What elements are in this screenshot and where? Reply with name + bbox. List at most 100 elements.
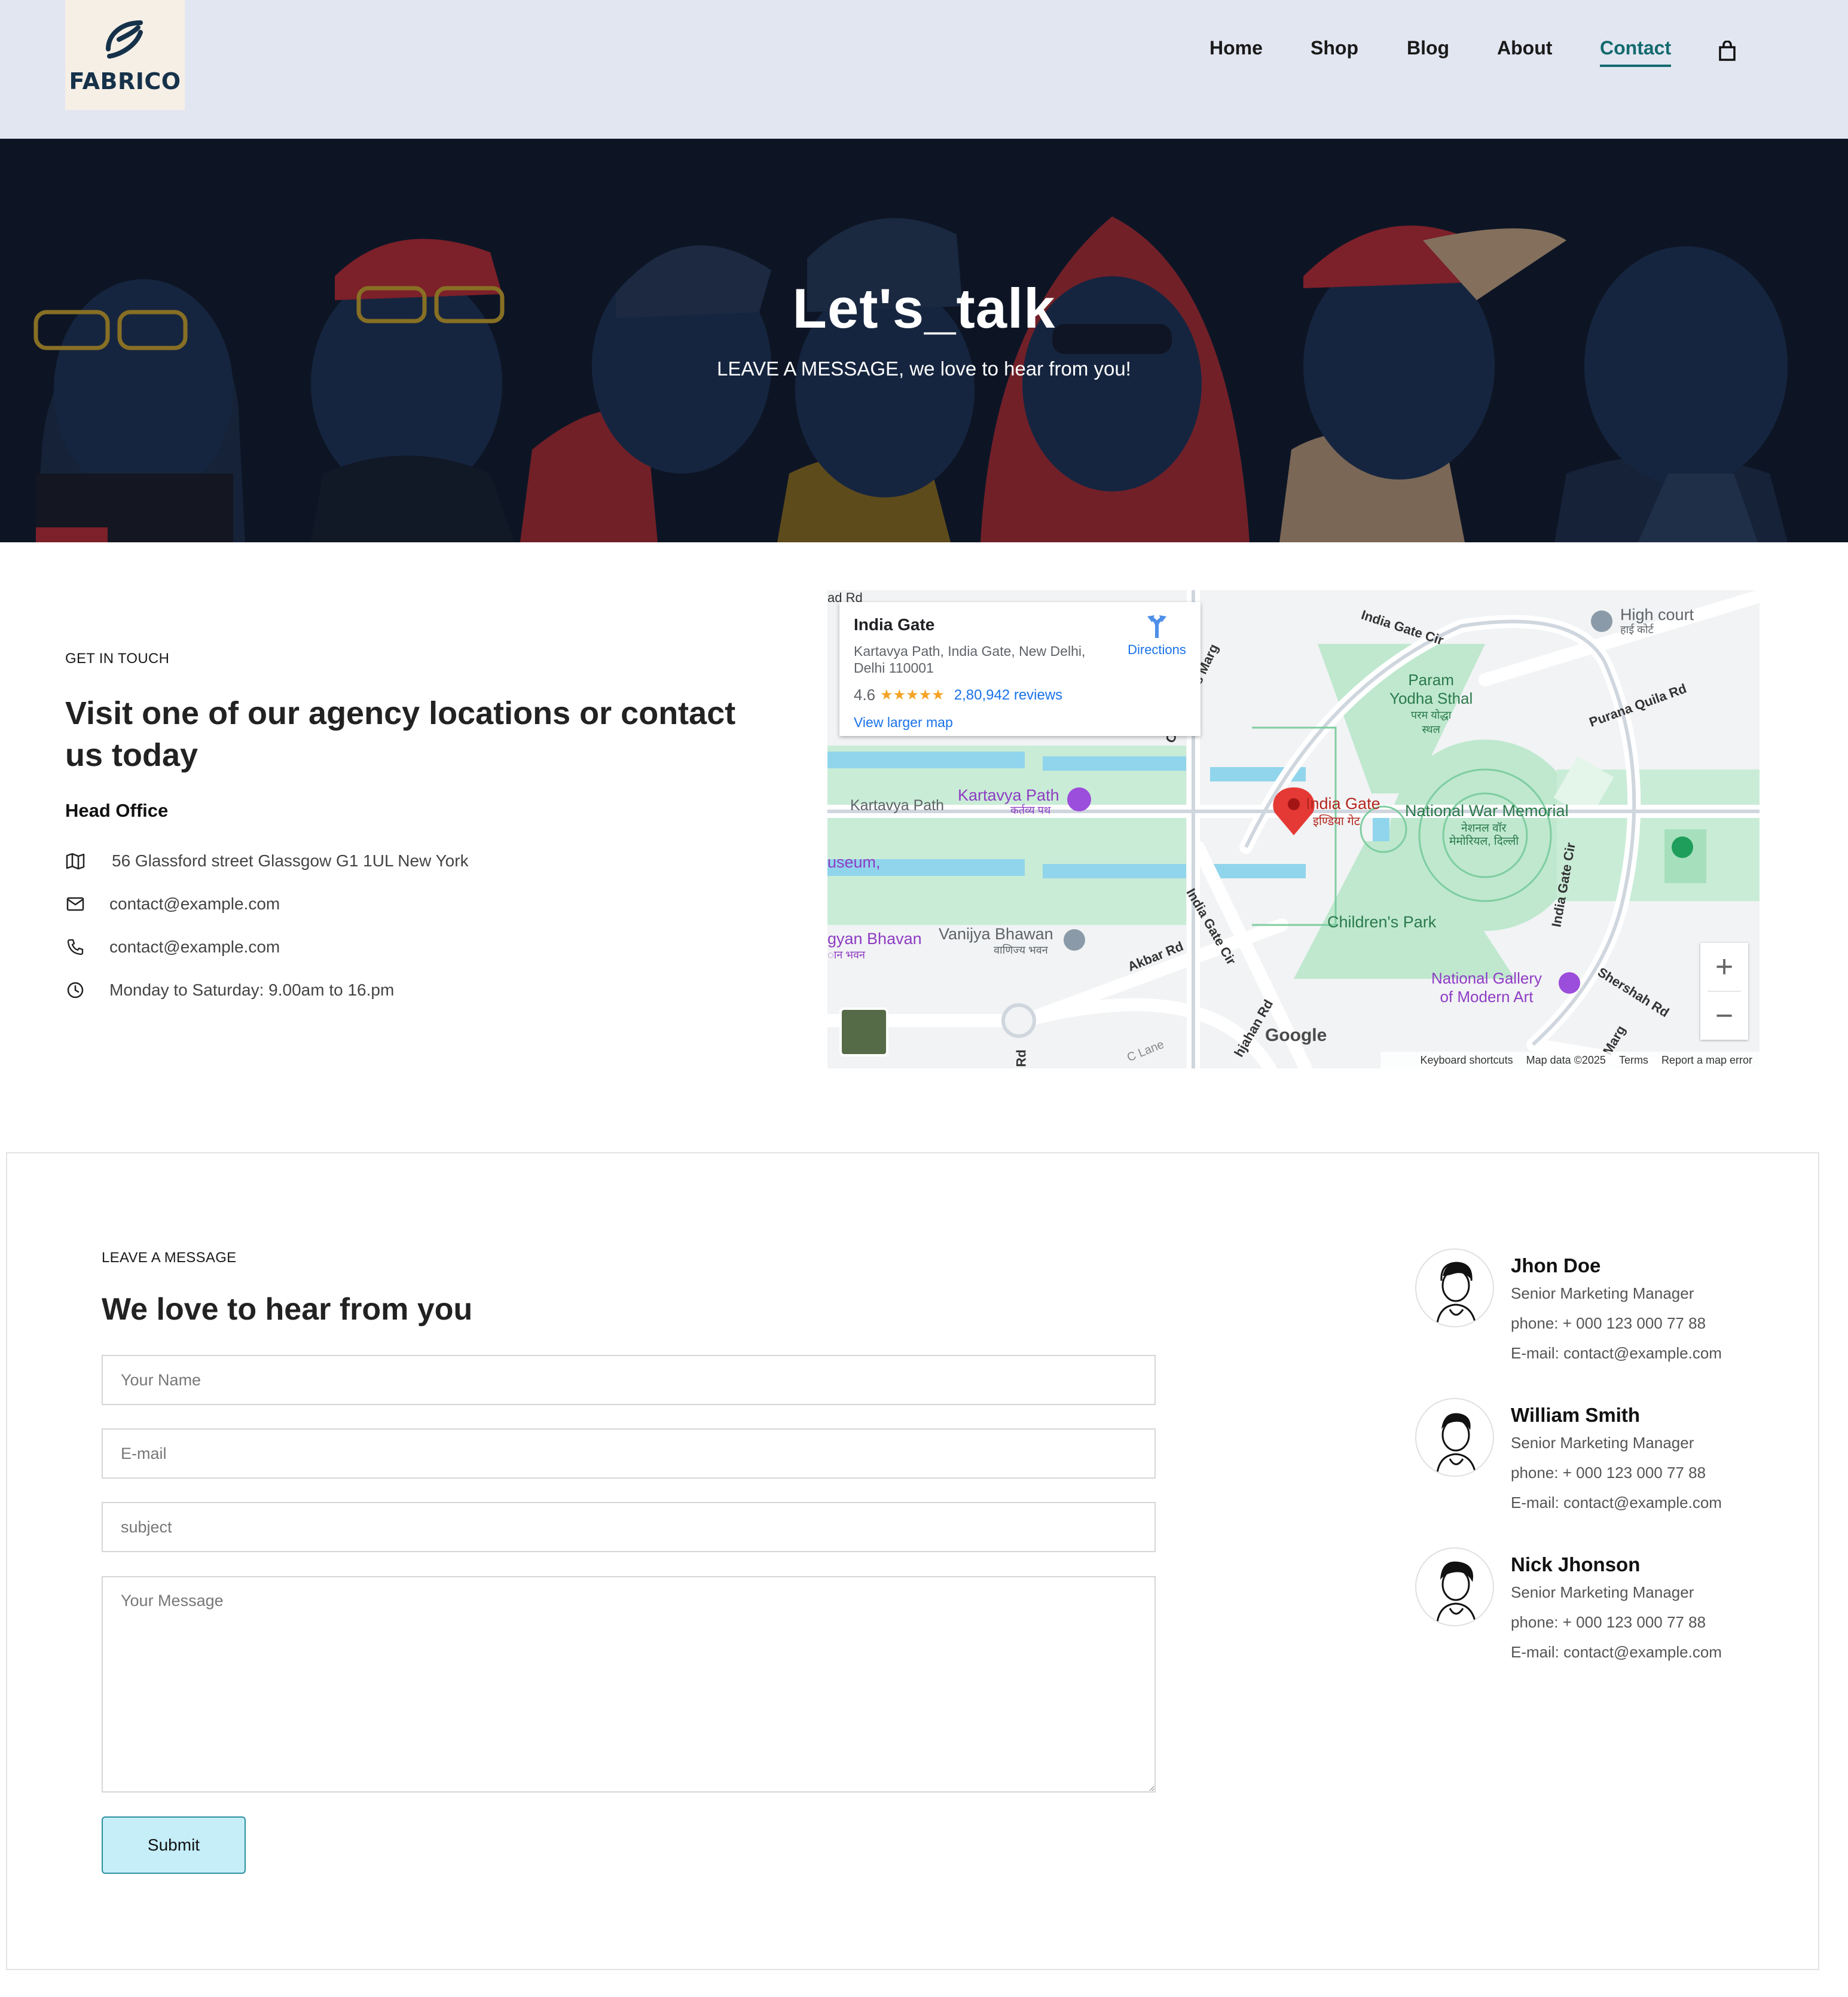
zoom-in-button[interactable]: + [1700, 943, 1748, 991]
google-map[interactable]: India Gate इण्डिया गेट Param Yodha Sthal… [827, 590, 1760, 1068]
contact-heading-line2: us today [65, 737, 198, 773]
get-in-touch-eyebrow: GET IN TOUCH [65, 651, 170, 667]
map-label-gallery-1: National Gallery [1431, 969, 1542, 987]
google-logo: Google [1265, 1025, 1327, 1045]
hero-banner: Let's_talk LEAVE A MESSAGE, we love to h… [0, 139, 1848, 542]
map-label-param-2: Yodha Sthal [1389, 689, 1473, 707]
map-label-national-war-memorial: National War Memorial [1405, 802, 1569, 820]
place-address: Kartavya Path, India Gate, New Delhi, De… [854, 643, 1085, 676]
member-name: Jhon Doe [1511, 1254, 1601, 1277]
address-text: 56 Glassford street Glassgow G1 1UL New … [112, 851, 469, 870]
view-larger-map-link[interactable]: View larger map [854, 714, 953, 731]
zoom-controls: + − [1700, 943, 1748, 1040]
terms-link[interactable]: Terms [1619, 1054, 1648, 1067]
map-label-rd: Rd [1013, 1049, 1029, 1067]
avatar [1415, 1248, 1494, 1327]
map-icon [65, 851, 85, 871]
zoom-out-button[interactable]: − [1700, 992, 1748, 1040]
contact-heading: Visit one of our agency locations or con… [65, 692, 783, 776]
map-label-gyan-bhavan: gyan Bhavan [827, 930, 922, 948]
member-phone: phone: + 000 123 000 77 88 [1511, 1464, 1706, 1482]
submit-button[interactable]: Submit [102, 1816, 246, 1874]
map-label-kartavya-road: Kartavya Path [850, 797, 945, 814]
map-label-high-court: High court [1620, 606, 1694, 624]
place-info-card: India Gate Kartavya Path, India Gate, Ne… [839, 602, 1201, 736]
avatar [1415, 1398, 1494, 1477]
map-label-museum: useum, [827, 853, 881, 871]
place-rating: 4.6 [854, 686, 876, 704]
phone-icon [65, 937, 85, 957]
brand-logo[interactable]: FABRICO [65, 0, 185, 110]
message-textarea[interactable] [102, 1576, 1156, 1793]
nav-blog[interactable]: Blog [1407, 37, 1449, 67]
envelope-icon [65, 894, 85, 914]
shopping-bag-icon[interactable] [1717, 40, 1737, 62]
map-label-india-gate: India Gate [1306, 795, 1380, 813]
team-member-card: Jhon Doe Senior Marketing Manager phone:… [1415, 1248, 1774, 1380]
nav-contact[interactable]: Contact [1600, 37, 1672, 67]
directions-button[interactable]: Directions [1124, 613, 1190, 658]
map-label-gyan-hi: ान भवन [827, 949, 865, 961]
map-label-national-war-hi2: मेमोरियल, दिल्ली [1449, 835, 1519, 848]
leave-message-eyebrow: LEAVE A MESSAGE [102, 1250, 237, 1266]
person-avatar-icon [1435, 1413, 1477, 1476]
place-name: India Gate [854, 615, 935, 634]
report-error-link[interactable]: Report a map error [1661, 1054, 1752, 1067]
map-label-kartavya-path: Kartavya Path [958, 786, 1059, 804]
rating-stars-icon: ★★★★★ [880, 687, 945, 703]
hours-row: Monday to Saturday: 9.00am to 16.pm [65, 978, 394, 1002]
map-label-param-1: Param [1408, 671, 1454, 689]
contact-heading-line1: Visit one of our agency locations or con… [65, 695, 736, 731]
map-label-gallery-2: of Modern Art [1440, 988, 1534, 1006]
member-email: E-mail: contact@example.com [1511, 1643, 1722, 1661]
subject-input[interactable] [102, 1502, 1156, 1552]
directions-label: Directions [1128, 642, 1186, 657]
person-avatar-icon [1435, 1561, 1477, 1625]
nav-contact-label: Contact [1600, 37, 1672, 59]
phone-text[interactable]: contact@example.com [109, 938, 280, 957]
hero-title: Let's_talk [792, 277, 1056, 340]
phone-row: contact@example.com [65, 935, 280, 959]
avatar [1415, 1547, 1494, 1626]
map-label-high-court-hi: हाई कोर्ट [1620, 624, 1654, 636]
name-input[interactable] [102, 1355, 1156, 1405]
member-email: E-mail: contact@example.com [1511, 1494, 1722, 1512]
map-label-kartavya-path-hi: कर्तव्य पथ [1010, 804, 1051, 816]
form-heading: We love to hear from you [102, 1292, 473, 1327]
place-address-line2: Delhi 110001 [854, 660, 934, 676]
email-row: contact@example.com [65, 892, 280, 916]
active-underline [1600, 65, 1672, 67]
keyboard-shortcuts-link[interactable]: Keyboard shortcuts [1420, 1054, 1513, 1067]
nav-shop[interactable]: Shop [1311, 37, 1358, 67]
map-label-param-hi: परम योद्धा [1410, 709, 1452, 721]
member-name: Nick Jhonson [1511, 1553, 1641, 1575]
hero-subtitle: LEAVE A MESSAGE, we love to hear from yo… [717, 358, 1131, 380]
person-avatar-icon [1435, 1262, 1477, 1326]
member-email: E-mail: contact@example.com [1511, 1344, 1722, 1362]
member-phone: phone: + 000 123 000 77 88 [1511, 1613, 1706, 1631]
place-reviews-link[interactable]: 2,80,942 reviews [954, 687, 1062, 704]
member-name: William Smith [1511, 1404, 1641, 1426]
member-phone: phone: + 000 123 000 77 88 [1511, 1314, 1706, 1332]
email-text[interactable]: contact@example.com [109, 894, 280, 914]
map-label-vanijya: Vanijya Bhawan [939, 925, 1053, 943]
member-role: Senior Marketing Manager [1511, 1583, 1694, 1601]
address-row: 56 Glassford street Glassgow G1 1UL New … [65, 849, 469, 873]
map-label-childrens-park: Children's Park [1327, 913, 1437, 931]
brand-name: FABRICO [69, 68, 181, 94]
map-label-param-hi2: स्थल [1422, 723, 1440, 735]
hours-text: Monday to Saturday: 9.00am to 16.pm [109, 981, 395, 999]
map-label-india-gate-hi: इण्डिया गेट [1313, 815, 1360, 828]
map-label-param-yodha: Param Yodha Sthal परम योद्धा स्थल [1389, 671, 1473, 737]
site-header: FABRICO Home Shop Blog About Contact [0, 0, 1848, 139]
nav-about[interactable]: About [1497, 37, 1552, 67]
team-member-card: William Smith Senior Marketing Manager p… [1415, 1398, 1774, 1529]
member-role: Senior Marketing Manager [1511, 1284, 1694, 1302]
map-label-vanijya-hi: वाणिज्य भवन [994, 944, 1048, 956]
place-rating-row: 4.6 ★★★★★ 2,80,942 reviews [854, 686, 1062, 704]
map-data-text: Map data ©2025 [1526, 1054, 1606, 1066]
nav-home[interactable]: Home [1209, 37, 1263, 67]
email-input[interactable] [102, 1428, 1156, 1479]
directions-icon [1147, 615, 1166, 638]
place-address-line1: Kartavya Path, India Gate, New Delhi, [854, 643, 1086, 659]
